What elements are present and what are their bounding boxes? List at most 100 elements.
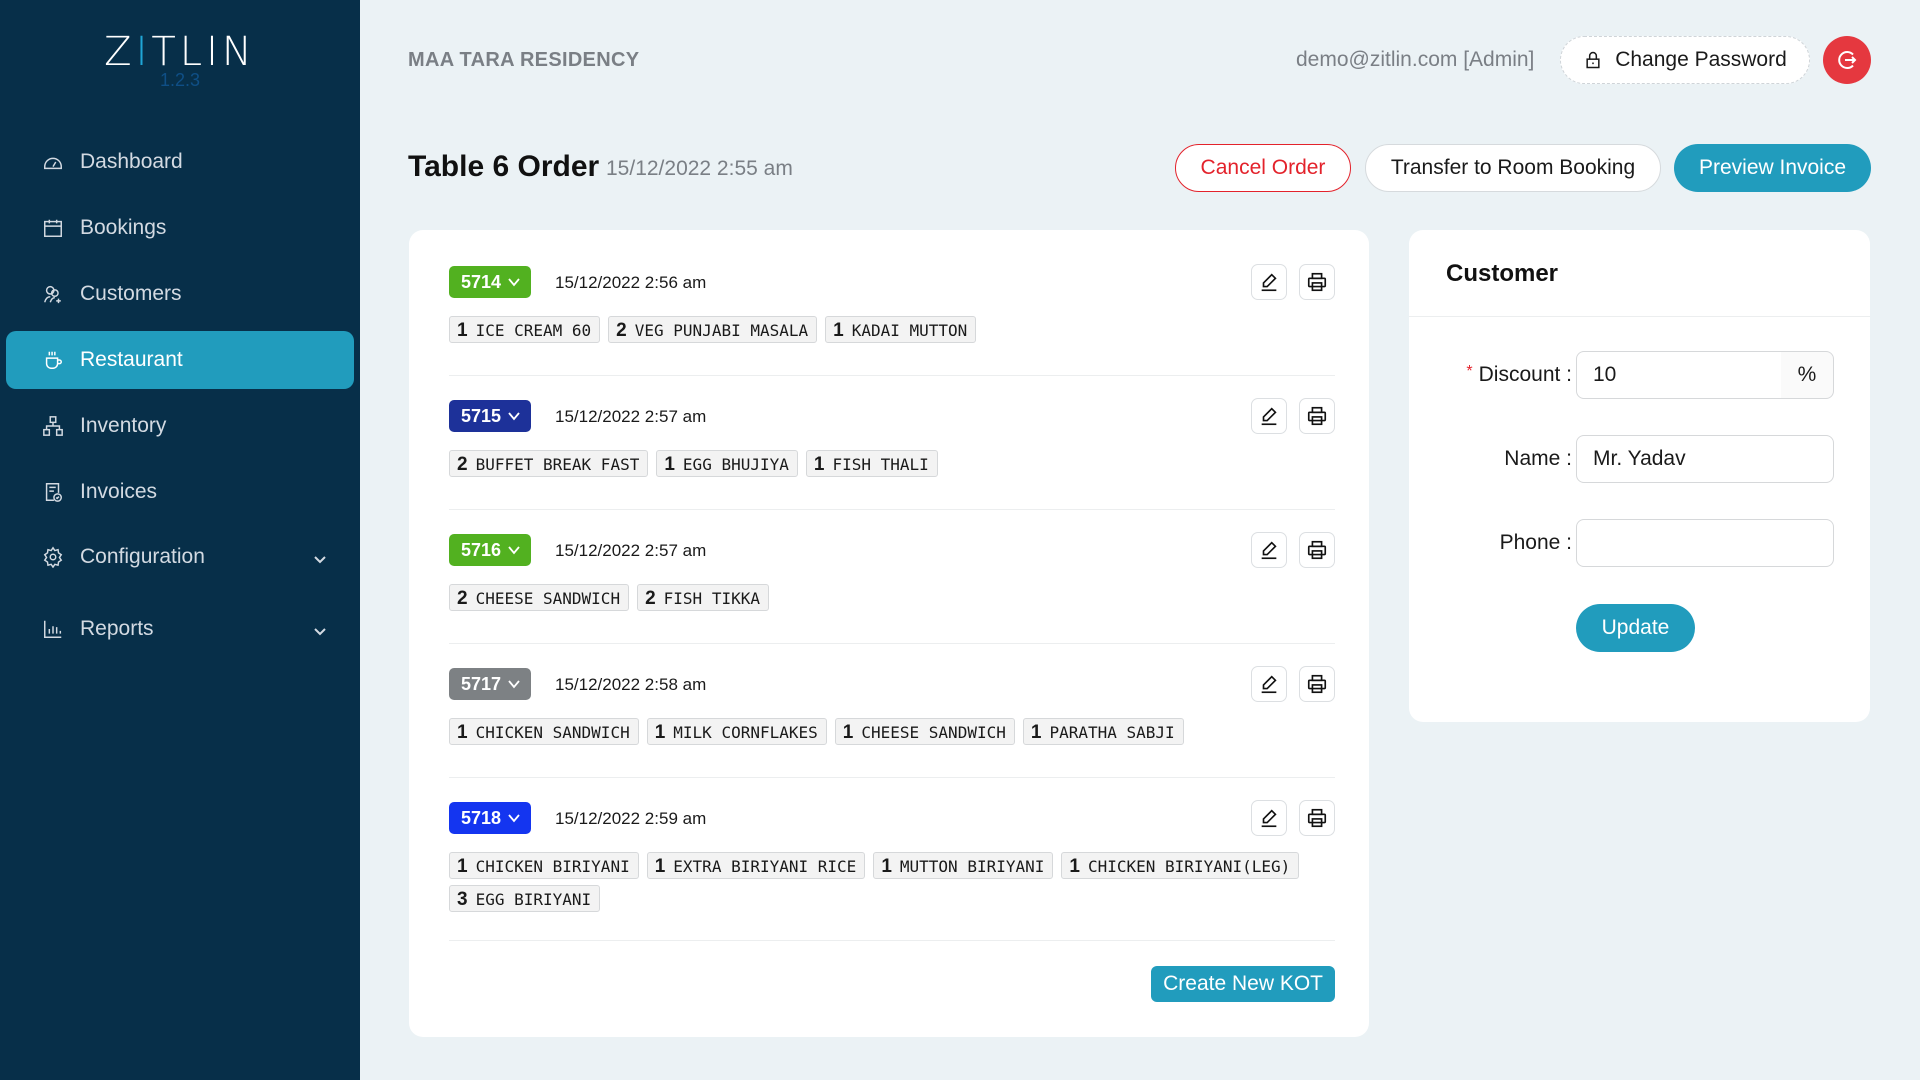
print-kot-button[interactable] (1299, 398, 1335, 434)
sidebar-item-configuration[interactable]: Configuration (6, 528, 354, 586)
kot-items: 1 CHICKEN BIRIYANI 1 EXTRA BIRIYANI RICE 1 MU… (449, 852, 1335, 912)
kot-number-dropdown[interactable]: 5718 (449, 802, 532, 834)
kot-item-tag: 1 FISH THALI (805, 450, 938, 477)
logout-button[interactable] (1823, 36, 1871, 84)
name-label: Name : (1504, 447, 1572, 470)
change-password-button[interactable]: Change Password (1560, 36, 1810, 84)
sidebar-item-label: Configuration (80, 545, 205, 568)
kot-item-tag: 2 VEG PUNJABI MASALA (608, 316, 818, 343)
create-new-kot-button[interactable]: Create New KOT (1151, 966, 1335, 1002)
edit-pencil-icon (1258, 405, 1280, 427)
item-quantity: 2 (616, 320, 627, 341)
item-quantity: 1 (654, 722, 666, 743)
print-kot-button[interactable] (1299, 666, 1335, 702)
print-kot-button[interactable] (1299, 800, 1335, 836)
kot-item-tag: 1 MILK CORNFLAKES (646, 718, 827, 745)
order-date: 15/12/2022 2:55 am (606, 157, 793, 180)
kot-number: 5718 (461, 807, 502, 828)
update-button[interactable]: Update (1576, 604, 1695, 652)
sidebar-item-dashboard[interactable]: Dashboard (6, 133, 354, 191)
sidebar-item-customers[interactable]: Customers (6, 265, 354, 323)
item-name: CHEESE SANDWICH (861, 723, 1006, 742)
item-name: BUFFET BREAK FAST (475, 455, 640, 474)
printer-icon (1306, 271, 1328, 293)
change-password-label: Change Password (1615, 48, 1787, 71)
edit-pencil-icon (1258, 807, 1280, 829)
print-kot-button[interactable] (1299, 264, 1335, 300)
kot-list-card: 5714 15/12/2022 2:56 am 1 ICE CREAM 60 2 VEG … (409, 230, 1369, 1037)
name-input[interactable] (1576, 435, 1834, 483)
page-title: Table 6 Order (408, 150, 600, 183)
item-name: CHICKEN SANDWICH (475, 723, 630, 742)
edit-kot-button[interactable] (1251, 800, 1287, 836)
kot-number-dropdown[interactable]: 5715 (449, 400, 532, 432)
sidebar-item-bookings[interactable]: Bookings (6, 199, 354, 257)
kot-items: 2 BUFFET BREAK FAST 1 EGG BHUJIYA 1 FISH THAL… (449, 450, 1335, 477)
divider (449, 940, 1335, 941)
sidebar-item-reports[interactable]: Reports (6, 600, 354, 658)
edit-kot-button[interactable] (1251, 264, 1287, 300)
kot-number: 5714 (461, 271, 502, 292)
calendar-icon (42, 217, 64, 239)
cancel-order-button[interactable]: Cancel Order (1175, 144, 1351, 192)
item-quantity: 1 (1030, 722, 1042, 743)
kot-number: 5717 (461, 673, 502, 694)
edit-pencil-icon (1258, 673, 1280, 695)
phone-row: Phone : (1409, 519, 1870, 567)
divider (449, 643, 1335, 644)
preview-invoice-button[interactable]: Preview Invoice (1674, 144, 1871, 192)
phone-label: Phone : (1499, 531, 1572, 554)
app-version: 1.2.3 (159, 70, 201, 90)
edit-kot-button[interactable] (1251, 666, 1287, 702)
item-name: FISH THALI (832, 455, 929, 474)
item-name: CHICKEN BIRIYANI(LEG) (1087, 857, 1291, 876)
sidebar-item-label: Restaurant (80, 348, 183, 371)
phone-input[interactable] (1576, 519, 1834, 567)
sidebar-item-label: Reports (80, 617, 154, 640)
kot-number-dropdown[interactable]: 5714 (449, 266, 532, 298)
customer-card: Customer *Discount : % Name : Phone : Up… (1409, 230, 1870, 722)
sidebar-item-label: Invoices (80, 480, 158, 503)
sidebar-item-inventory[interactable]: Inventory (6, 397, 354, 455)
discount-label: * Discount : (1466, 363, 1572, 386)
kot-item-tag: 1 CHEESE SANDWICH (834, 718, 1015, 745)
transfer-to-room-button[interactable]: Transfer to Room Booking (1365, 144, 1661, 192)
print-kot-button[interactable] (1299, 532, 1335, 568)
item-name: MUTTON BIRIYANI (899, 857, 1045, 876)
discount-input[interactable] (1576, 351, 1782, 399)
kot-item-tag: 1 CHICKEN SANDWICH (449, 718, 639, 745)
edit-kot-button[interactable] (1251, 398, 1287, 434)
lock-icon (1586, 51, 1600, 69)
printer-icon (1306, 539, 1328, 561)
printer-icon (1306, 807, 1328, 829)
sidebar-item-restaurant[interactable]: Restaurant (6, 331, 354, 389)
kot-item-tag: 1 EXTRA BIRIYANI RICE (646, 852, 866, 879)
kot-number-dropdown[interactable]: 5717 (449, 668, 532, 700)
item-name: PARATHA SABJI (1049, 723, 1175, 742)
item-quantity: 1 (813, 454, 825, 475)
kot-item-tag: 1 PARATHA SABJI (1022, 718, 1184, 745)
item-name: EXTRA BIRIYANI RICE (673, 857, 857, 876)
edit-kot-button[interactable] (1251, 532, 1287, 568)
divider (449, 375, 1335, 376)
sidebar-item-invoices[interactable]: Invoices (6, 463, 354, 521)
kot-time: 15/12/2022 2:58 am (555, 675, 707, 694)
item-name: CHEESE SANDWICH (475, 589, 621, 608)
kot-number-dropdown[interactable]: 5716 (449, 534, 532, 566)
item-name: VEG PUNJABI MASALA (634, 321, 809, 340)
kot-actions (1251, 532, 1335, 568)
kot-item-tag: 1 KADAI MUTTON (825, 316, 977, 343)
printer-icon (1306, 405, 1328, 427)
kot-actions (1251, 666, 1335, 702)
kot-item-tag: 2 CHEESE SANDWICH (449, 584, 630, 611)
item-quantity: 1 (457, 722, 468, 743)
item-quantity: 2 (457, 454, 468, 475)
dashboard-gauge-icon (42, 151, 64, 173)
kot-actions (1251, 264, 1335, 300)
users-add-icon (42, 283, 64, 305)
discount-row: *Discount : % (1409, 351, 1870, 399)
item-name: ICE CREAM 60 (475, 321, 592, 340)
divider (449, 777, 1335, 778)
kot-number: 5716 (461, 539, 502, 560)
name-row: Name : (1409, 435, 1870, 483)
